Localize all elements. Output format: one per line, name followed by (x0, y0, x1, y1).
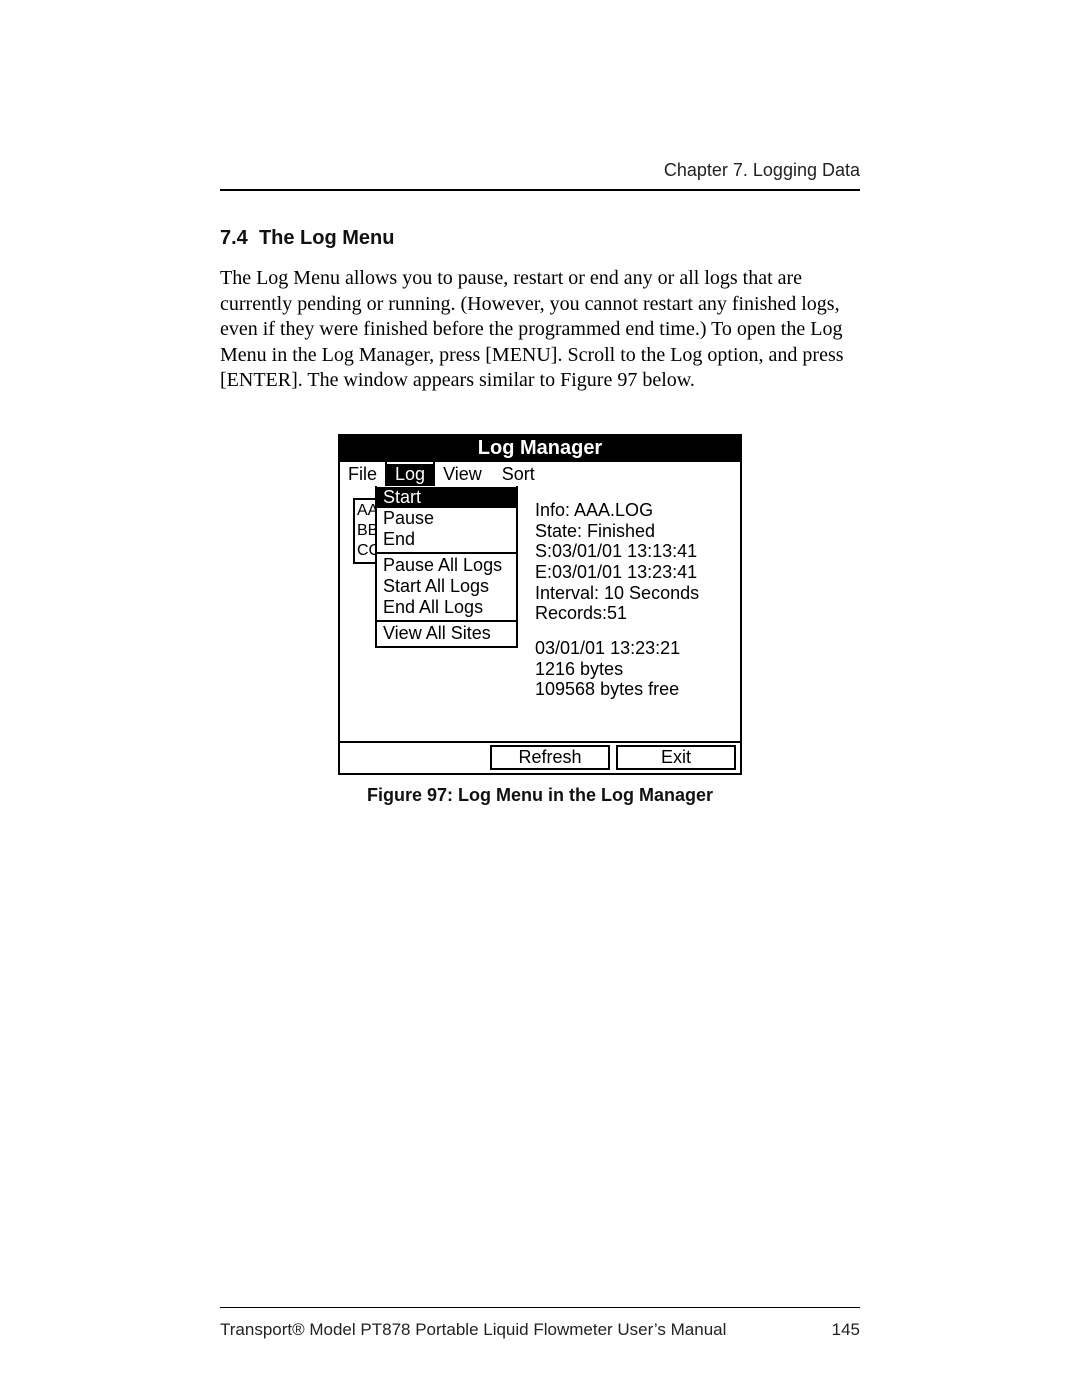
content-area: AA BB CC Start Pause End Pause All Logs … (340, 486, 740, 741)
info-state: State: Finished (535, 521, 699, 542)
menu-item-pause-all[interactable]: Pause All Logs (383, 555, 510, 576)
button-bar: Refresh Exit (340, 741, 740, 773)
footer-rule (220, 1307, 860, 1308)
info-end-time: E:03/01/01 13:23:41 (535, 562, 699, 583)
menu-item-start[interactable]: Start (377, 487, 516, 508)
section-title: 7.4 The Log Menu (220, 227, 860, 250)
menu-bar: File Log View Sort (340, 462, 740, 486)
refresh-button[interactable]: Refresh (490, 745, 610, 770)
list-item[interactable]: CC (357, 541, 374, 561)
menu-item-end[interactable]: End (383, 529, 510, 550)
list-item[interactable]: AA (357, 501, 374, 521)
page-number: 145 (832, 1320, 860, 1340)
info-interval: Interval: 10 Seconds (535, 583, 699, 604)
body-paragraph: The Log Menu allows you to pause, restar… (220, 266, 860, 394)
menu-item-start-all[interactable]: Start All Logs (383, 576, 510, 597)
info-bytes: 1216 bytes (535, 659, 699, 680)
menu-sort[interactable]: Sort (494, 462, 740, 486)
list-item[interactable]: BB (357, 521, 374, 541)
menu-file[interactable]: File (340, 462, 385, 486)
section-number: 7.4 (220, 227, 248, 249)
info-timestamp: 03/01/01 13:23:21 (535, 638, 699, 659)
figure-caption: Figure 97: Log Menu in the Log Manager (367, 785, 713, 806)
exit-button[interactable]: Exit (616, 745, 736, 770)
menu-item-end-all[interactable]: End All Logs (383, 597, 510, 618)
log-dropdown: Start Pause End Pause All Logs Start All… (375, 486, 518, 648)
header-rule (220, 189, 860, 191)
log-manager-screen: Log Manager File Log View Sort AA BB CC … (338, 434, 742, 775)
info-bytes-free: 109568 bytes free (535, 679, 699, 700)
info-panel: Info: AAA.LOG State: Finished S:03/01/01… (535, 500, 699, 700)
menu-log[interactable]: Log (387, 462, 433, 486)
chapter-header: Chapter 7. Logging Data (220, 160, 860, 181)
info-start-time: S:03/01/01 13:13:41 (535, 541, 699, 562)
footer-title: Transport® Model PT878 Portable Liquid F… (220, 1320, 726, 1340)
menu-item-view-all-sites[interactable]: View All Sites (383, 623, 510, 644)
menu-view[interactable]: View (435, 462, 494, 486)
menu-item-pause[interactable]: Pause (383, 508, 510, 529)
info-records: Records:51 (535, 603, 699, 624)
window-title: Log Manager (340, 436, 740, 462)
info-filename: Info: AAA.LOG (535, 500, 699, 521)
section-heading: The Log Menu (259, 227, 395, 249)
